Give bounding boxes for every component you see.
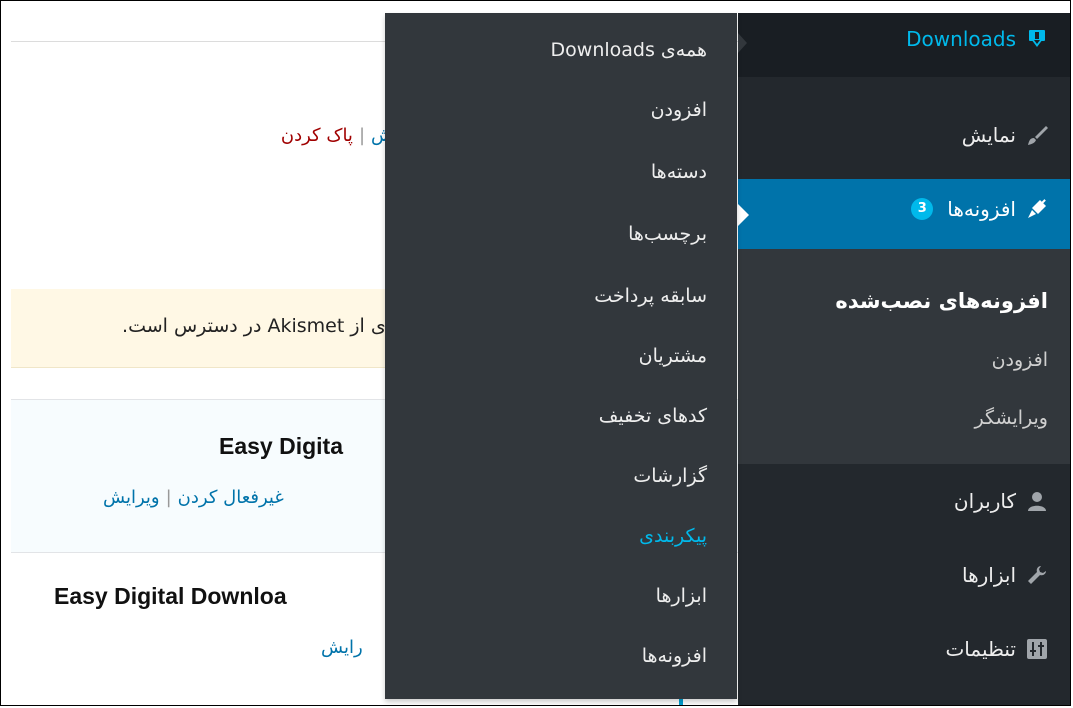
plugin-title: Easy Digita (219, 433, 343, 459)
flyout-item-all-downloads[interactable]: همه‌ی Downloads (551, 39, 707, 61)
flyout-item-reports[interactable]: گزارشات (633, 465, 707, 487)
admin-sidebar: Downloads نمایش افزونه‌ها 3 افزونه‌ها (738, 13, 1070, 705)
sidebar-item-downloads[interactable]: Downloads (738, 13, 1070, 77)
wrench-icon (1026, 564, 1048, 586)
separator: | (358, 125, 366, 146)
flyout-item-payment-history[interactable]: سابقه پرداخت (594, 285, 707, 307)
sidebar-item-users[interactable]: کاربران (738, 481, 1070, 529)
plugin-actions: غیرفعال کردن |ویرایش (103, 487, 284, 508)
flyout-item-tags[interactable]: برچسب‌ها (628, 223, 707, 245)
sidebar-item-appearance[interactable]: نمایش (738, 113, 1070, 167)
active-caret (738, 204, 749, 226)
edit-link[interactable]: رایش (321, 637, 363, 658)
sidebar-item-label: افزونه‌ها (947, 197, 1016, 221)
flyout-item-categories[interactable]: دسته‌ها (651, 161, 707, 183)
separator: | (165, 487, 172, 508)
flyout-item-tools[interactable]: ابزارها (656, 585, 707, 607)
flyout-pointer (738, 33, 747, 53)
submenu-item-add-new[interactable]: افزودن (992, 349, 1048, 371)
update-count-badge: 3 (911, 198, 934, 220)
sidebar-item-label: تنظیمات (945, 637, 1016, 661)
plugins-submenu: افزونه‌های نصب‌شده افزودن ویرایشگر (738, 249, 1070, 464)
plugin-icon (1026, 198, 1048, 220)
flyout-item-add-new[interactable]: افزودن (651, 99, 707, 121)
plugin-actions: رایش (321, 637, 363, 658)
plugin-title: Easy Digital Downloa (54, 583, 287, 609)
submenu-item-editor[interactable]: ویرایشگر (975, 407, 1048, 429)
update-notice: ای از Akismet در دسترس است. (11, 289, 391, 368)
paintbrush-icon (1026, 124, 1048, 146)
settings-icon (1026, 638, 1048, 660)
sidebar-item-label: کاربران (953, 489, 1016, 513)
screen-frame: ش|پاک کردن ای از Akismet در دسترس است. E… (0, 0, 1071, 706)
download-icon (1026, 28, 1048, 50)
users-icon (1026, 490, 1048, 512)
flyout-item-discount-codes[interactable]: کدهای تخفیف (599, 405, 707, 427)
sidebar-item-tools[interactable]: ابزارها (738, 555, 1070, 603)
sidebar-item-label: Downloads (906, 27, 1016, 51)
row-actions: ش|پاک کردن (281, 125, 393, 146)
flyout-item-extensions[interactable]: افزونه‌ها (642, 645, 707, 667)
flyout-item-customers[interactable]: مشتریان (639, 345, 707, 367)
sidebar-item-label: نمایش (961, 123, 1016, 147)
submenu-item-installed-plugins[interactable]: افزونه‌های نصب‌شده (835, 289, 1048, 313)
deactivate-link[interactable]: غیرفعال کردن (178, 487, 284, 508)
notice-text: ای از Akismet در دسترس است. (122, 315, 391, 337)
sidebar-item-plugins[interactable]: افزونه‌ها 3 (738, 179, 1070, 249)
edit-link[interactable]: ویرایش (103, 487, 160, 508)
sidebar-item-settings[interactable]: تنظیمات (738, 629, 1070, 677)
sidebar-item-label: ابزارها (961, 563, 1016, 587)
flyout-item-settings[interactable]: پیکربندی (639, 525, 707, 547)
clear-link[interactable]: پاک کردن (281, 125, 353, 146)
downloads-flyout-menu: همه‌ی Downloads افزودن دسته‌ها برچسب‌ها … (385, 13, 737, 699)
